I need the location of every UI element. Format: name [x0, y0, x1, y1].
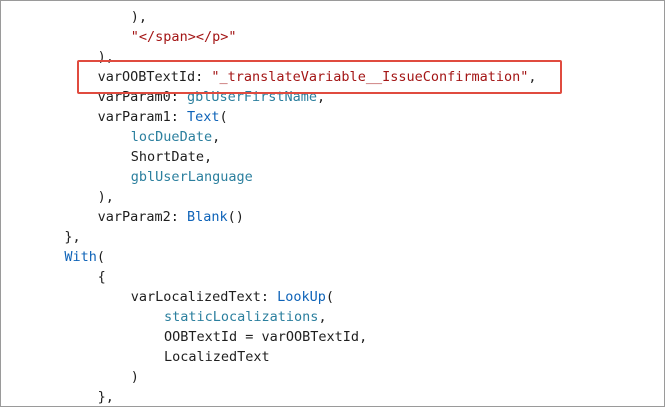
code-token: varParam2:	[97, 209, 187, 225]
code-token: (	[96, 249, 106, 265]
code-token: (	[325, 289, 335, 305]
code-line: LocalizedText	[164, 347, 270, 367]
code-token: },	[64, 229, 81, 245]
code-screenshot-frame: ), "</span></p>"), varOOBTextId: "_transla…	[0, 0, 665, 407]
code-token: varLocalizedText:	[130, 289, 278, 305]
code-line: varParam0: gblUserFirstName,	[98, 87, 326, 107]
code-line: staticLocalizations,	[164, 307, 327, 327]
code-token: ),	[97, 189, 114, 205]
code-token: (	[219, 109, 228, 125]
code-token: "_translateVariable__IssueConfirmation"	[211, 69, 529, 85]
code-token: Text	[187, 109, 220, 125]
code-token: LookUp	[277, 289, 326, 305]
code-line: ),	[131, 7, 147, 27]
code-line: varOOBTextId: "_translateVariable__Issue…	[98, 67, 537, 87]
code-token: ShortDate,	[130, 149, 213, 165]
code-token: varOOBTextId:	[97, 69, 212, 85]
code-line: gblUserLanguage	[131, 167, 253, 187]
code-line: },	[97, 387, 114, 406]
code-token: )	[130, 369, 139, 385]
code-token: ),	[97, 49, 114, 65]
code-token: ,	[212, 129, 221, 145]
code-line: With(	[64, 247, 105, 267]
code-token: ()	[227, 209, 244, 225]
code-token: ),	[130, 9, 148, 25]
code-token: ,	[317, 89, 326, 105]
code-token: ,	[318, 309, 327, 325]
code-line: varParam2: Blank()	[98, 207, 244, 227]
code-token: "</span></p>"	[130, 29, 237, 45]
code-token: {	[97, 269, 106, 285]
code-token: With	[64, 249, 97, 265]
code-token: varParam1:	[97, 109, 187, 125]
code-line: locDueDate,	[131, 127, 220, 147]
code-line: ShortDate,	[131, 147, 212, 167]
code-line: OOBTextId = varOOBTextId,	[164, 327, 367, 347]
code-line: )	[131, 367, 139, 387]
code-token: gblUserLanguage	[130, 169, 253, 185]
code-line: "</span></p>"	[131, 27, 237, 47]
code-token: staticLocalizations	[164, 309, 319, 325]
code-line: },	[64, 227, 80, 247]
code-line: {	[98, 267, 106, 287]
code-token: LocalizedText	[164, 349, 270, 365]
code-line: ),	[98, 47, 114, 67]
code-token: ,	[528, 69, 537, 85]
code-token: },	[97, 389, 114, 405]
code-token: gblUserFirstName	[187, 89, 318, 105]
code-token: OOBTextId = varOOBTextId,	[164, 329, 368, 345]
code-line: ),	[98, 187, 114, 207]
code-line: varParam1: Text(	[98, 107, 228, 127]
code-token: Blank	[187, 209, 228, 225]
code-token: varParam0:	[97, 89, 187, 105]
code-token: locDueDate	[130, 129, 213, 145]
code-line: varLocalizedText: LookUp(	[131, 287, 334, 307]
